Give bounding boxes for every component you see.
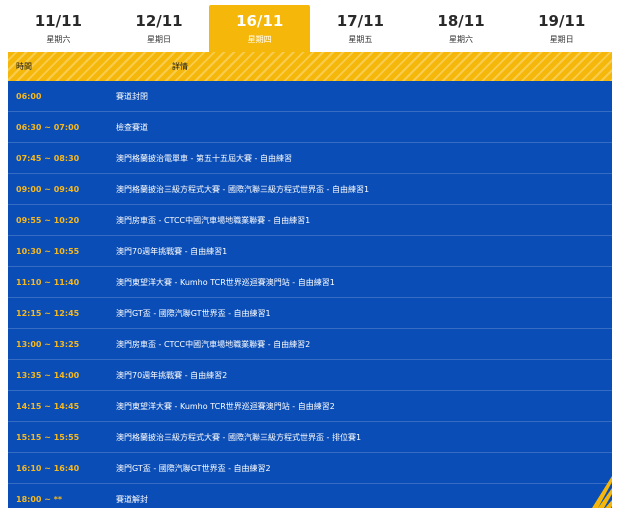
- corner-stripes-decoration: [592, 476, 612, 508]
- row-time: 09:00 ~ 09:40: [16, 184, 80, 194]
- schedule-row: 15:15 ~ 15:55 澳門格蘭披治三級方程式大賽 - 國際汽聯三級方程式世…: [8, 422, 612, 453]
- row-detail: 澳門GT盃 - 國際汽聯GT世界盃 - 自由練習2: [116, 463, 271, 473]
- schedule-row: 12:15 ~ 12:45 澳門GT盃 - 國際汽聯GT世界盃 - 自由練習1: [8, 298, 612, 329]
- tab-weekday: 星期日: [147, 35, 171, 44]
- row-time: 13:35 ~ 14:00: [16, 370, 80, 380]
- header-time: 時間: [16, 62, 32, 71]
- schedule-row: 13:00 ~ 13:25 澳門房車盃 - CTCC中國汽車場地職業聯賽 - 自…: [8, 329, 612, 360]
- schedule-row: 09:00 ~ 09:40 澳門格蘭披治三級方程式大賽 - 國際汽聯三級方程式世…: [8, 174, 612, 205]
- tab-day[interactable]: 12/11 星期日: [109, 5, 210, 52]
- schedule-header: 時間 詳情: [8, 52, 612, 81]
- schedule-row: 18:00 ~ ** 賽道解封: [8, 484, 612, 508]
- row-detail: 賽道解封: [116, 494, 148, 504]
- row-time: 12:15 ~ 12:45: [16, 308, 80, 318]
- schedule-list: 06:00 賽道封閉 06:30 ~ 07:00 檢查賽道 07:45 ~ 08…: [8, 81, 612, 508]
- tab-date: 11/11: [34, 12, 82, 30]
- tab-weekday: 星期五: [348, 35, 373, 44]
- row-time: 10:30 ~ 10:55: [16, 246, 80, 256]
- row-detail: 澳門房車盃 - CTCC中國汽車場地職業聯賽 - 自由練習2: [116, 339, 311, 349]
- schedule-row: 10:30 ~ 10:55 澳門70週年挑戰賽 - 自由練習1: [8, 236, 612, 267]
- row-time: 06:30 ~ 07:00: [16, 122, 80, 132]
- schedule-row: 13:35 ~ 14:00 澳門70週年挑戰賽 - 自由練習2: [8, 360, 612, 391]
- tab-weekday: 星期六: [449, 35, 474, 44]
- schedule-panel: 06:00 賽道封閉 06:30 ~ 07:00 檢查賽道 07:45 ~ 08…: [8, 81, 612, 508]
- tab-weekday: 星期日: [549, 35, 574, 44]
- row-time: 18:00 ~ **: [16, 494, 63, 504]
- row-detail: 澳門70週年挑戰賽 - 自由練習2: [116, 370, 228, 380]
- schedule-row: 14:15 ~ 14:45 澳門東望洋大賽 - Kumho TCR世界巡迴賽澳門…: [8, 391, 612, 422]
- schedule-row: 06:00 賽道封閉: [8, 81, 612, 112]
- schedule-row: 07:45 ~ 08:30 澳門格蘭披治電單車 - 第五十五屆大賽 - 自由練習: [8, 143, 612, 174]
- date-tabs: 11/11 星期六 12/11 星期日 16/11 星期四 17/11 星期五 …: [8, 5, 612, 52]
- row-time: 15:15 ~ 15:55: [16, 432, 80, 442]
- row-detail: 澳門東望洋大賽 - Kumho TCR世界巡迴賽澳門站 - 自由練習1: [116, 277, 335, 287]
- row-detail: 澳門東望洋大賽 - Kumho TCR世界巡迴賽澳門站 - 自由練習2: [116, 401, 335, 411]
- row-detail: 檢查賽道: [116, 122, 148, 132]
- tab-weekday: 星期四: [247, 35, 272, 44]
- tab-date: 17/11: [336, 12, 384, 30]
- row-time: 13:00 ~ 13:25: [16, 339, 80, 349]
- schedule-row: 16:10 ~ 16:40 澳門GT盃 - 國際汽聯GT世界盃 - 自由練習2: [8, 453, 612, 484]
- row-detail: 澳門GT盃 - 國際汽聯GT世界盃 - 自由練習1: [116, 308, 271, 318]
- row-time: 16:10 ~ 16:40: [16, 463, 80, 473]
- tab-day[interactable]: 18/11 星期六: [411, 5, 512, 52]
- row-detail: 澳門格蘭披治電單車 - 第五十五屆大賽 - 自由練習: [116, 153, 292, 163]
- row-time: 07:45 ~ 08:30: [16, 153, 80, 163]
- tab-date: 16/11: [236, 12, 284, 30]
- schedule-row: 06:30 ~ 07:00 檢查賽道: [8, 112, 612, 143]
- row-time: 09:55 ~ 10:20: [16, 215, 80, 225]
- tab-day[interactable]: 17/11 星期五: [310, 5, 411, 52]
- row-time: 11:10 ~ 11:40: [16, 277, 80, 287]
- tab-date: 12/11: [135, 12, 183, 30]
- header-detail: 詳情: [172, 62, 188, 71]
- tab-weekday: 星期六: [46, 35, 71, 44]
- schedule-row: 09:55 ~ 10:20 澳門房車盃 - CTCC中國汽車場地職業聯賽 - 自…: [8, 205, 612, 236]
- tab-day-active[interactable]: 16/11 星期四: [209, 5, 311, 52]
- row-detail: 澳門格蘭披治三級方程式大賽 - 國際汽聯三級方程式世界盃 - 自由練習1: [116, 184, 370, 194]
- row-time: 06:00: [16, 91, 42, 101]
- row-detail: 澳門70週年挑戰賽 - 自由練習1: [116, 246, 228, 256]
- row-time: 14:15 ~ 14:45: [16, 401, 80, 411]
- row-detail: 賽道封閉: [116, 91, 148, 101]
- row-detail: 澳門房車盃 - CTCC中國汽車場地職業聯賽 - 自由練習1: [116, 215, 311, 225]
- row-detail: 澳門格蘭披治三級方程式大賽 - 國際汽聯三級方程式世界盃 - 排位賽1: [116, 432, 362, 442]
- schedule-row: 11:10 ~ 11:40 澳門東望洋大賽 - Kumho TCR世界巡迴賽澳門…: [8, 267, 612, 298]
- tab-date: 18/11: [437, 12, 485, 30]
- tab-day[interactable]: 19/11 星期日: [511, 5, 612, 52]
- tab-date: 19/11: [538, 12, 586, 30]
- tab-day[interactable]: 11/11 星期六: [8, 5, 109, 52]
